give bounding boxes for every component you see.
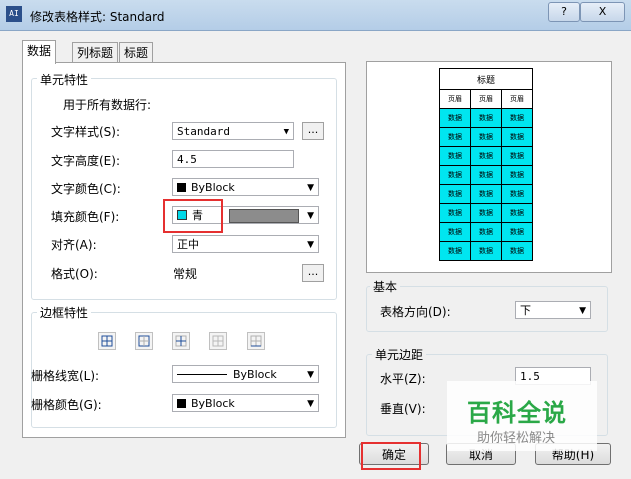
cell-properties-legend: 单元特性 <box>37 71 92 88</box>
highlight-fill-color <box>163 199 223 233</box>
help-title-button[interactable]: ? <box>548 2 580 22</box>
preview-data-cell: 数据 <box>470 146 502 166</box>
preview-data-cell: 数据 <box>470 184 502 204</box>
chevron-down-icon: ▼ <box>283 127 289 137</box>
preview-data-cell: 数据 <box>501 108 533 128</box>
preview-data-cell: 数据 <box>470 222 502 242</box>
preview-data-cell: 数据 <box>501 241 533 261</box>
preview-data-cell: 数据 <box>439 203 471 223</box>
apply-all-rows-label: 用于所有数据行: <box>63 98 152 112</box>
preview-table: 标题 页眉 页眉 页眉 数据 数据 数据 数据 数据 数据 数据 数据 数据 数据 数据 数据 数据 数据 数据 数据… <box>439 68 533 261</box>
table-preview: 标题 页眉 页眉 页眉 数据 数据 数据 数据 数据 数据 数据 数据 数据 数据 数据 数据 数据 数据 数据 数据… <box>366 61 612 273</box>
grid-color-combo[interactable]: ByBlock ▼ <box>172 394 319 412</box>
chevron-down-icon: ▼ <box>307 399 314 409</box>
preview-data-cell: 数据 <box>439 108 471 128</box>
align-value: 正中 <box>177 238 199 251</box>
watermark-sub-text: 助你轻松解决 <box>477 431 556 446</box>
preview-data-cell: 数据 <box>439 165 471 185</box>
tab-panel: 单元特性 用于所有数据行: 文字样式(S): Standard ▼ ... 文字… <box>22 62 346 438</box>
tab-data[interactable]: 数据 <box>22 40 57 64</box>
text-color-combo[interactable]: ByBlock ▼ <box>172 178 319 196</box>
format-browse-button[interactable]: ... <box>302 264 324 282</box>
highlight-ok-button <box>361 442 421 470</box>
preview-data-cell: 数据 <box>439 241 471 261</box>
title-bar: AI 修改表格样式: Standard ? X <box>0 0 631 31</box>
chevron-down-icon: ▼ <box>579 306 586 316</box>
line-sample-icon <box>177 374 227 375</box>
grid-color-value: ByBlock <box>191 397 235 410</box>
grid-lineweight-value: ByBlock <box>233 368 277 381</box>
text-color-value: ByBlock <box>191 181 235 194</box>
close-button[interactable]: X <box>580 2 625 22</box>
preview-data-cell: 数据 <box>501 127 533 147</box>
preview-data-cell: 数据 <box>470 241 502 261</box>
table-direction-label: 表格方向(D): <box>380 305 451 319</box>
preview-data-cell: 数据 <box>470 203 502 223</box>
preview-data-cell: 数据 <box>470 127 502 147</box>
preview-data-cell: 数据 <box>501 165 533 185</box>
basic-legend: 基本 <box>370 278 401 295</box>
text-height-input[interactable] <box>172 150 294 168</box>
chevron-down-icon: ▼ <box>307 240 314 250</box>
text-style-value: Standard <box>177 125 230 138</box>
grid-lineweight-label: 栅格线宽(L): <box>31 369 100 383</box>
chevron-down-icon: ▼ <box>307 211 314 221</box>
preview-data-cell: 数据 <box>501 222 533 242</box>
preview-data-cell: 数据 <box>439 184 471 204</box>
preview-data-cell: 数据 <box>470 165 502 185</box>
watermark: 百科全说 助你轻松解决 <box>447 381 597 451</box>
inside-borders-icon[interactable] <box>172 332 190 350</box>
dialog-window: AI 修改表格样式: Standard ? X 数据 列标题 标题 单元特性 用… <box>0 0 631 479</box>
grid-color-label: 栅格颜色(G): <box>31 398 102 412</box>
bottom-border-icon[interactable] <box>247 332 265 350</box>
watermark-main-text: 百科全说 <box>467 399 567 427</box>
fill-color-bar <box>229 209 299 223</box>
text-style-label: 文字样式(S): <box>51 125 121 139</box>
align-label: 对齐(A): <box>51 238 97 252</box>
chevron-down-icon: ▼ <box>307 370 314 380</box>
text-height-label: 文字高度(E): <box>51 154 120 168</box>
fill-color-label: 填充颜色(F): <box>51 210 120 224</box>
table-direction-combo[interactable]: 下 ▼ <box>515 301 591 319</box>
horizontal-margin-label: 水平(Z): <box>380 372 426 386</box>
preview-data-cell: 数据 <box>501 184 533 204</box>
tab-title[interactable]: 标题 <box>119 42 154 63</box>
preview-data-cell: 数据 <box>439 146 471 166</box>
border-properties-legend: 边框特性 <box>37 304 92 321</box>
preview-header-cell: 页眉 <box>470 89 502 109</box>
chevron-down-icon: ▼ <box>307 183 314 193</box>
preview-header-cell: 页眉 <box>501 89 533 109</box>
outside-borders-icon[interactable] <box>135 332 153 350</box>
format-label: 格式(O): <box>51 267 98 281</box>
black-swatch-icon <box>177 399 186 408</box>
no-borders-icon[interactable] <box>209 332 227 350</box>
table-direction-value: 下 <box>520 304 531 317</box>
preview-title-cell: 标题 <box>439 68 533 90</box>
format-value: 常规 <box>173 267 198 281</box>
grid-lineweight-combo[interactable]: ByBlock ▼ <box>172 365 319 383</box>
preview-data-cell: 数据 <box>501 146 533 166</box>
cell-margins-legend: 单元边距 <box>372 346 427 363</box>
preview-data-cell: 数据 <box>439 222 471 242</box>
window-title: 修改表格样式: Standard <box>30 10 165 24</box>
vertical-margin-label: 垂直(V): <box>380 402 426 416</box>
text-style-combo[interactable]: Standard ▼ <box>172 122 294 140</box>
tab-column-header[interactable]: 列标题 <box>72 42 119 63</box>
app-icon: AI <box>6 6 22 22</box>
black-swatch-icon <box>177 183 186 192</box>
preview-header-cell: 页眉 <box>439 89 471 109</box>
all-borders-icon[interactable] <box>98 332 116 350</box>
text-style-browse-button[interactable]: ... <box>302 122 324 140</box>
preview-data-cell: 数据 <box>501 203 533 223</box>
preview-data-cell: 数据 <box>439 127 471 147</box>
preview-data-cell: 数据 <box>470 108 502 128</box>
text-color-label: 文字颜色(C): <box>51 182 121 196</box>
align-combo[interactable]: 正中 ▼ <box>172 235 319 253</box>
